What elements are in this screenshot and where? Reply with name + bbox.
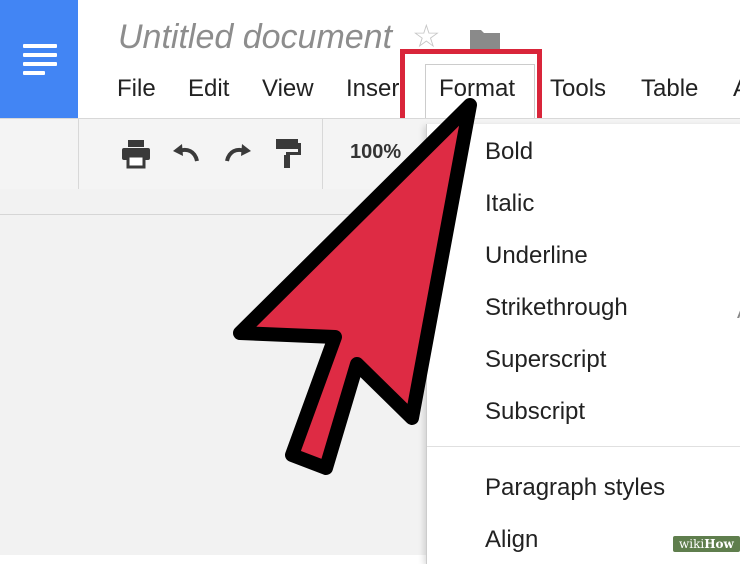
redo-icon[interactable]	[220, 136, 254, 170]
menu-tools[interactable]: Tools	[550, 72, 606, 106]
menu-item-italic[interactable]: Italic	[485, 190, 534, 218]
menu-item-paragraph-styles[interactable]: Paragraph styles	[485, 474, 665, 502]
menu-file[interactable]: File	[117, 72, 156, 106]
format-dropdown-menu: Bold Italic Underline Strikethrough A Su…	[426, 124, 740, 564]
menu-item-underline[interactable]: Underline	[485, 242, 588, 270]
document-title[interactable]: Untitled document	[118, 18, 392, 57]
menu-view[interactable]: View	[262, 72, 314, 106]
menu-item-align[interactable]: Align	[485, 526, 538, 554]
toolbar-separator	[78, 119, 79, 189]
menu-insert[interactable]: Inser	[346, 72, 399, 106]
menu-item-bold[interactable]: Bold	[485, 138, 533, 166]
print-icon[interactable]	[119, 136, 153, 170]
menu-table[interactable]: Table	[641, 72, 698, 106]
toolbar-separator	[322, 119, 323, 189]
menu-addons[interactable]: A	[733, 72, 740, 106]
page-edge	[0, 214, 426, 215]
menu-separator	[427, 446, 740, 447]
menu-edit[interactable]: Edit	[188, 72, 229, 106]
menu-item-strikethrough[interactable]: Strikethrough	[485, 294, 628, 322]
menu-item-superscript[interactable]: Superscript	[485, 346, 606, 374]
paint-format-icon[interactable]	[270, 136, 304, 170]
menu-item-subscript[interactable]: Subscript	[485, 398, 585, 426]
zoom-select[interactable]: 100%	[350, 141, 401, 164]
format-highlight-box	[400, 49, 542, 124]
wikihow-watermark: wikiHow	[673, 536, 740, 552]
undo-icon[interactable]	[170, 136, 204, 170]
menu-bar: File Edit View Inser Format Tools Table …	[0, 72, 740, 106]
star-icon[interactable]: ☆	[412, 20, 441, 52]
